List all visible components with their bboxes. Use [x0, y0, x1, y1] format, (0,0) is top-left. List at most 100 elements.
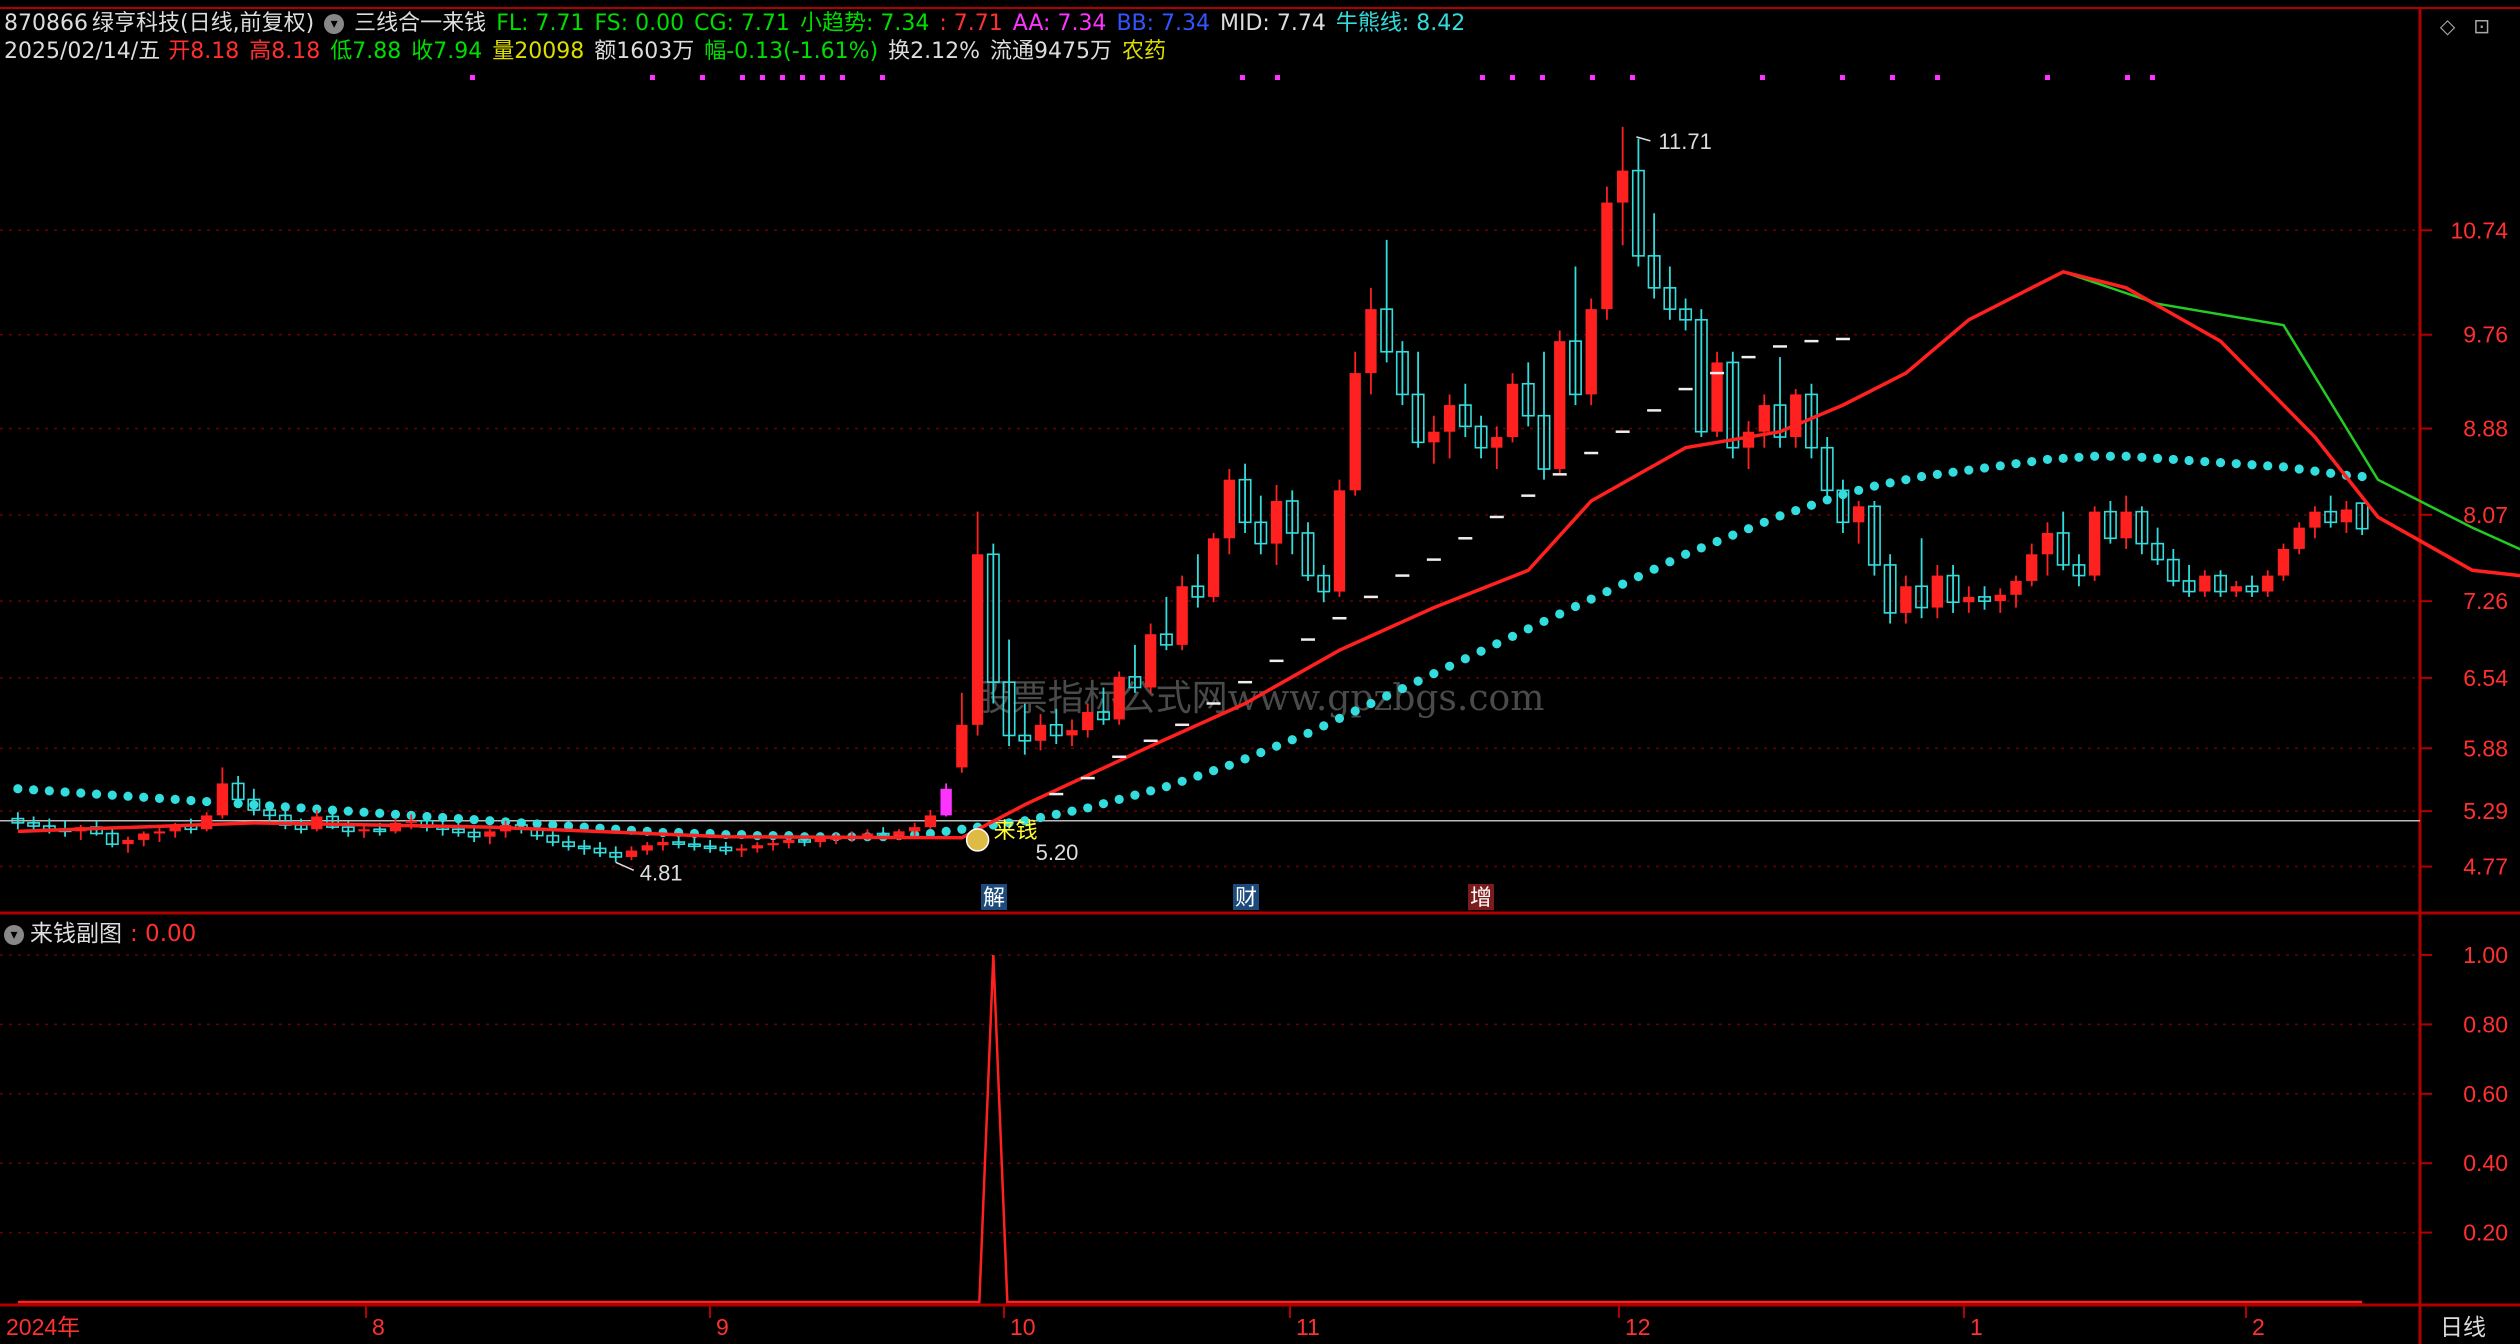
- bull-bear-dot: [1334, 713, 1345, 724]
- sub-tick-label: 0.20: [2463, 1220, 2508, 1246]
- bull-bear-dot: [1696, 543, 1706, 553]
- signal-dot: [1590, 75, 1595, 80]
- bull-bear-dot: [1397, 683, 1407, 694]
- sub-tick-label: 1.00: [2463, 942, 2508, 968]
- bull-bear-dot: [390, 809, 401, 819]
- signal-dot: [1630, 75, 1635, 80]
- stock-chart[interactable]: 10.74 9.76 8.88 8.07 7.26 6.54 5.88 5.29 4.77 股票指…: [0, 0, 2520, 1344]
- bull-bear-dot: [1932, 469, 1942, 479]
- candle-body: [735, 848, 748, 851]
- sub-tick-label: 0.40: [2463, 1150, 2508, 1176]
- bull-bear-dot: [2011, 459, 2021, 469]
- candle-body: [1900, 586, 1912, 613]
- candle-body: [940, 788, 952, 816]
- bull-bear-dot: [1995, 461, 2005, 471]
- signal-dot: [760, 75, 765, 80]
- bull-bear-dot: [1146, 786, 1156, 796]
- bull-bear-dot: [1067, 806, 1077, 816]
- bull-bear-dot: [1366, 698, 1376, 709]
- signal-dot: [2045, 75, 2050, 80]
- bull-bear-dot: [2231, 459, 2241, 469]
- bull-bear-dot: [2042, 454, 2053, 465]
- bull-bear-dot: [1869, 481, 1879, 491]
- low-price-label: 4.81: [640, 860, 683, 885]
- candle-body: [767, 843, 779, 846]
- watermark: 股票指标公式网www.gpzbgs.com: [976, 678, 1545, 719]
- signal-dot: [2125, 75, 2130, 80]
- bull-bear-dot: [1130, 790, 1140, 800]
- time-axis-label: 10: [1010, 1314, 1036, 1340]
- candle-body: [1994, 594, 2006, 602]
- signal-dot: [1890, 75, 1895, 80]
- candle-body: [909, 827, 921, 832]
- bull-bear-dot: [1901, 475, 1911, 485]
- time-axis-label: 1: [1970, 1314, 1983, 1340]
- time-axis-label: 12: [1625, 1314, 1651, 1340]
- bull-bear-dot: [28, 785, 39, 795]
- bull-bear-dot: [1917, 471, 1927, 482]
- candle-body: [2309, 511, 2321, 528]
- bull-bear-dot: [1791, 505, 1801, 516]
- bull-bear-dot: [123, 791, 133, 801]
- price-tick-label: 8.07: [2463, 502, 2508, 528]
- bull-bear-dot: [1193, 771, 1203, 781]
- bull-bear-dot: [1854, 485, 1864, 495]
- candle-body: [1270, 500, 1283, 544]
- candle-body: [1349, 373, 1361, 491]
- candle-body: [783, 839, 795, 844]
- signal-dot: [1480, 75, 1485, 80]
- candle-body: [1034, 724, 1047, 741]
- bull-bear-dot: [2294, 464, 2304, 474]
- signal-dot: [880, 75, 885, 80]
- bull-bear-dot: [2137, 452, 2147, 462]
- candle-body: [641, 845, 653, 851]
- bull-bear-dot: [2105, 451, 2115, 461]
- candle-body: [1931, 575, 1943, 608]
- signal-dot: [800, 75, 805, 80]
- event-marker-label: 财: [1235, 886, 1257, 911]
- candle-body: [657, 842, 669, 846]
- bull-bear-dot: [1649, 564, 1659, 574]
- price-tick-label: 8.88: [2463, 416, 2508, 442]
- event-marker-label: 解: [983, 886, 1005, 911]
- bull-bear-dot: [1681, 549, 1691, 559]
- bull-bear-dot: [2326, 468, 2336, 478]
- bull-bear-dot: [957, 824, 967, 834]
- bull-bear-dot: [1759, 517, 1769, 527]
- signal-dot: [1240, 75, 1245, 80]
- bull-bear-dot: [2027, 456, 2037, 467]
- bull-bear-dot: [1240, 754, 1250, 764]
- sub-tick-label: 0.60: [2463, 1081, 2508, 1107]
- bull-bear-dot: [296, 803, 306, 813]
- bull-bear-dot: [375, 808, 385, 818]
- bull-bear-dot: [1523, 624, 1533, 634]
- candle-body: [216, 783, 229, 816]
- bull-bear-dot: [1570, 601, 1581, 612]
- candle-body: [956, 724, 968, 768]
- bull-bear-dot: [1177, 776, 1187, 786]
- candle-body: [1585, 309, 1597, 395]
- period-label: 日线: [2440, 1315, 2486, 1341]
- candle-body: [1223, 479, 1235, 539]
- bull-bear-dot: [2090, 451, 2100, 461]
- candle-body: [625, 850, 638, 857]
- candle-body: [861, 833, 874, 836]
- candle-body: [1963, 596, 1975, 603]
- bull-bear-dot: [1586, 594, 1596, 604]
- candle-body: [1853, 506, 1865, 523]
- candle-body: [1082, 712, 1094, 731]
- bull-bear-dot: [1429, 669, 1439, 679]
- bull-bear-dot: [2247, 460, 2257, 470]
- candle-body: [1066, 730, 1078, 736]
- candle-body: [1758, 405, 1770, 432]
- candle-body: [358, 829, 370, 832]
- bull-bear-dot: [202, 796, 212, 807]
- time-axis-label: 11: [1296, 1314, 1320, 1340]
- candle-body: [1145, 634, 1157, 688]
- bull-bear-dot: [1964, 465, 1974, 475]
- bull-bear-dot: [139, 792, 149, 802]
- candle-body: [2262, 575, 2274, 592]
- candle-body: [1790, 394, 1802, 438]
- candle-body: [2089, 511, 2101, 576]
- bull-bear-dot: [2200, 456, 2210, 467]
